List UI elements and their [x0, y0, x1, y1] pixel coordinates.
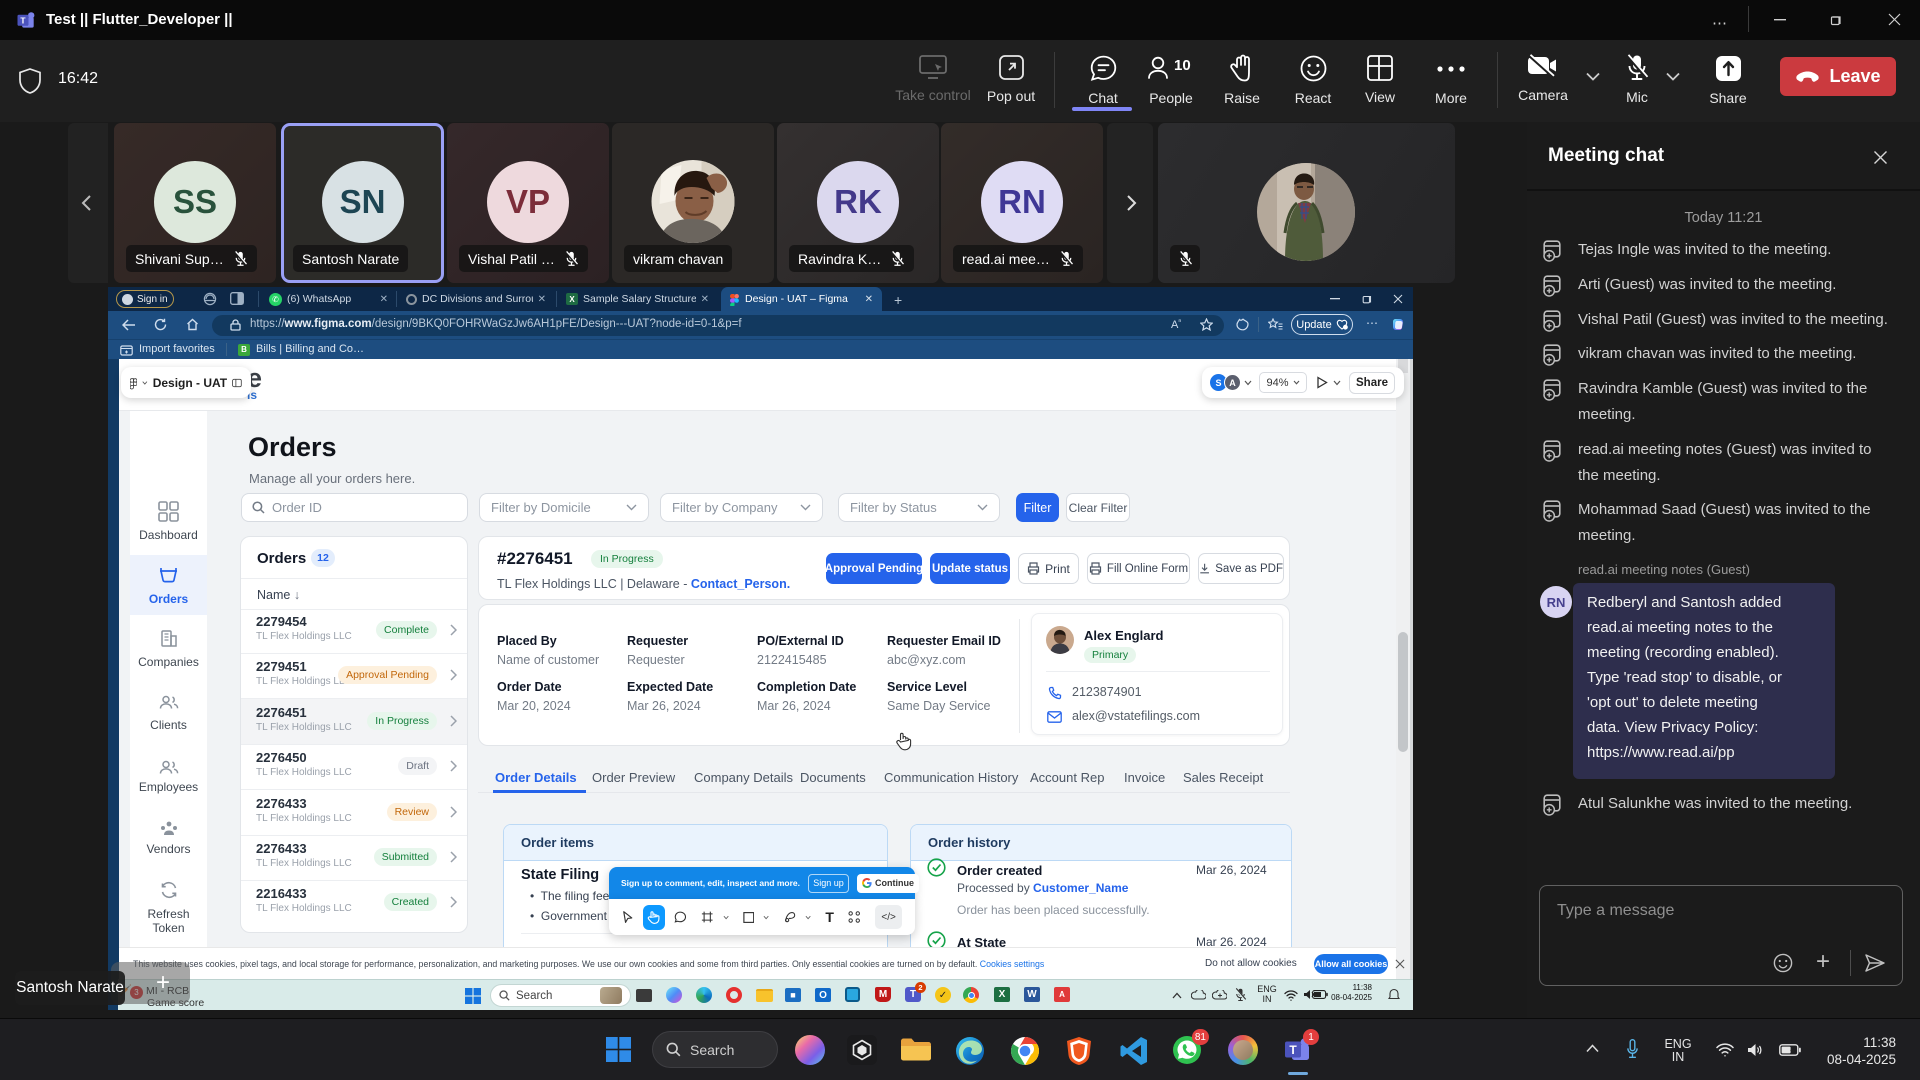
svg-text:T: T: [1289, 1043, 1297, 1057]
svg-text:T: T: [20, 15, 26, 25]
